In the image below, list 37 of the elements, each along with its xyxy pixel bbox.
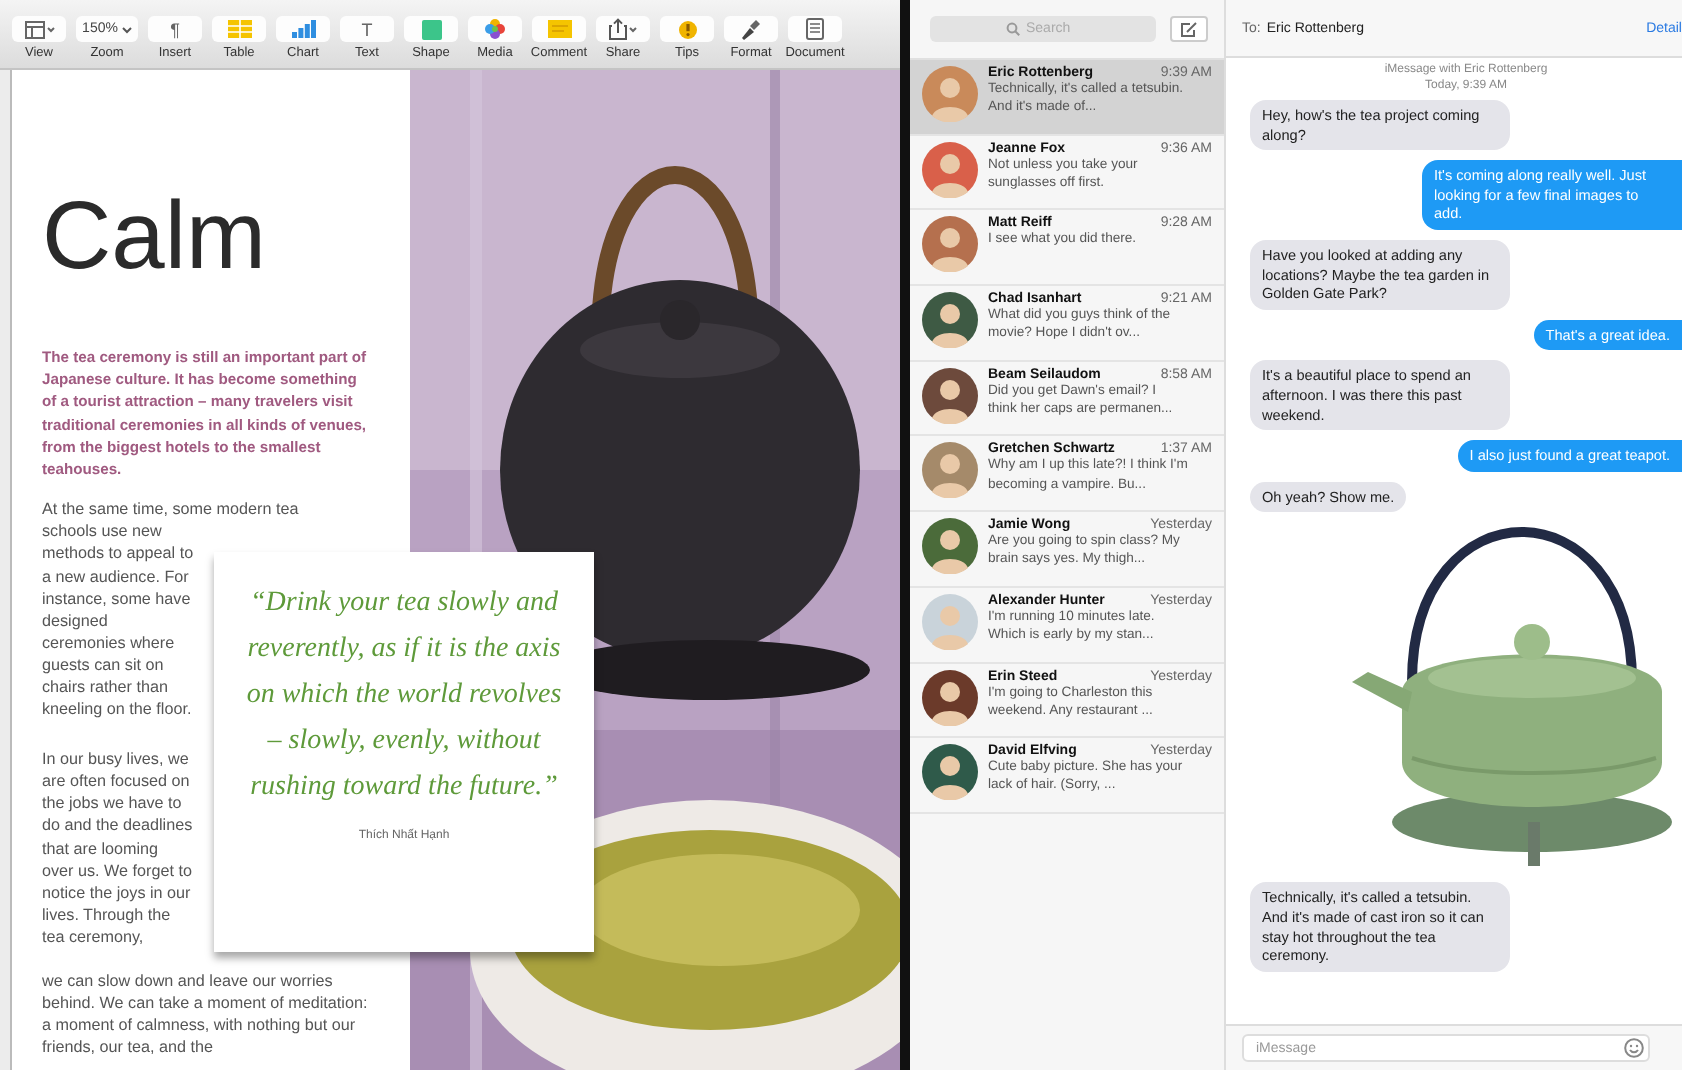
toolbar-button[interactable] xyxy=(596,16,650,42)
square-icon xyxy=(421,19,441,39)
document-title: Calm xyxy=(42,186,269,290)
paragraph-text: At the same time, some modern tea xyxy=(42,498,301,521)
paragraph-text: In our busy lives, we are often focused on the jobs we have to do and the deadlines that are looming over us. We forget to notice the joys in our lives. Through the tea ceremony, xyxy=(42,748,194,950)
flower-icon xyxy=(484,18,506,40)
table-icon xyxy=(227,20,251,38)
avatar-icon xyxy=(922,66,978,122)
toolbar-button[interactable]: T xyxy=(340,16,394,42)
avatar-icon xyxy=(922,367,978,424)
compose-button[interactable] xyxy=(1170,16,1208,42)
toolbar-button[interactable] xyxy=(724,16,778,42)
avatar-icon xyxy=(922,216,978,273)
toolbar-button[interactable] xyxy=(468,16,522,42)
paintbrush-icon xyxy=(740,18,762,40)
toolbar-button[interactable] xyxy=(12,16,66,42)
avatar-icon xyxy=(922,744,978,801)
toolbar-button[interactable] xyxy=(788,16,842,42)
paragraph-text: schools use new methods to appeal to a new audience. For instance, some have designed ceremonies where guests can sit on chairs rather than kneeling on the floor. xyxy=(42,520,194,721)
avatar-icon xyxy=(922,593,978,650)
emoji-icon[interactable] xyxy=(1624,1038,1644,1058)
compose-icon xyxy=(1180,21,1198,37)
search-icon xyxy=(1006,22,1020,36)
avatar-icon xyxy=(922,518,978,575)
avatar-icon xyxy=(922,141,978,198)
layout-icon xyxy=(23,19,55,39)
document-icon xyxy=(806,18,824,40)
note-icon xyxy=(547,20,571,38)
share-icon xyxy=(607,18,639,40)
avatar-icon xyxy=(922,292,978,349)
avatar-icon xyxy=(922,669,978,725)
pull-quote: “Drink your tea slowly and reverently, as if it is the axis on which the world revolves – slowly, evenly, without rushing toward the future.” xyxy=(244,586,564,806)
toolbar-button[interactable]: ¶ xyxy=(148,16,202,42)
bar-chart-icon xyxy=(291,20,315,38)
avatar-icon xyxy=(922,442,978,499)
caret-icon xyxy=(121,25,132,33)
paragraph-text: we can slow down and leave our worries behind. We can take a moment of meditation: a moment of calmness, with nothing but our friends, our tea, and the xyxy=(42,970,370,1060)
